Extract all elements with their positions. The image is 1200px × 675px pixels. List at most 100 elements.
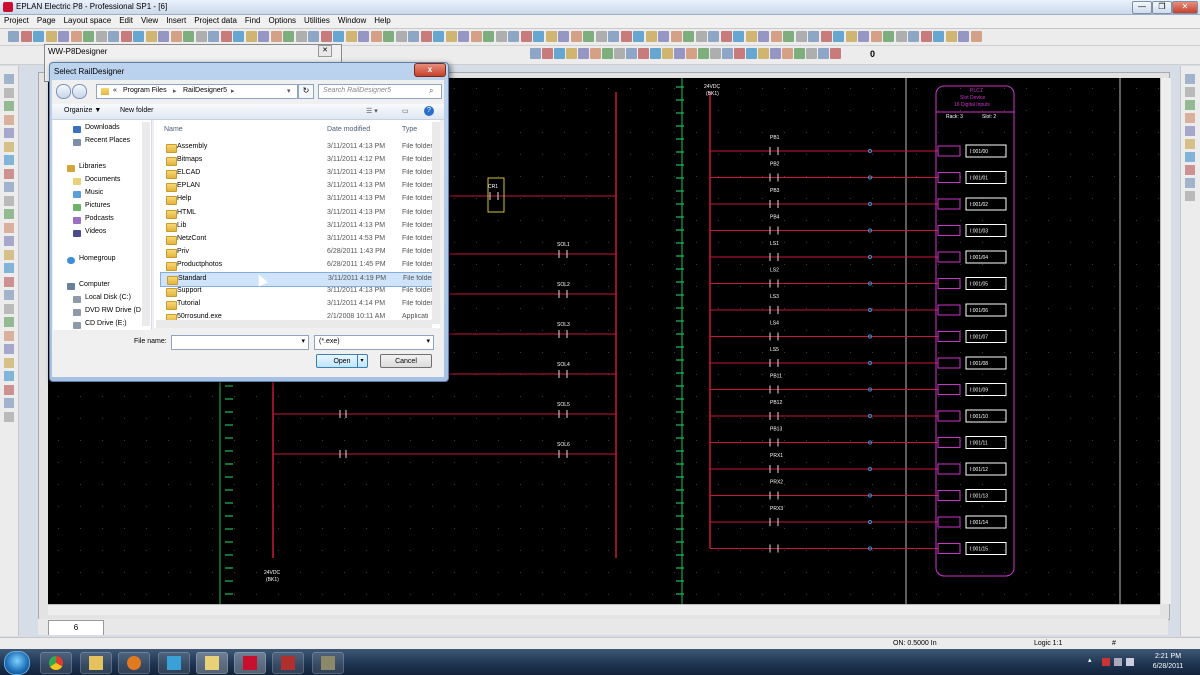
toolbar1-tool-icon[interactable] xyxy=(620,31,632,42)
vertical-scrollbar[interactable] xyxy=(1160,78,1171,604)
toolbar1-tool-icon[interactable] xyxy=(820,31,832,42)
toolbar1-tool-icon[interactable] xyxy=(945,31,957,42)
breadcrumb-program-files[interactable]: Program Files xyxy=(123,87,167,94)
toolbar1-tool-icon[interactable] xyxy=(733,31,744,42)
left-tool-icon[interactable] xyxy=(4,128,14,138)
toolbar1-tool-icon[interactable] xyxy=(745,31,757,42)
toolbar2-tool-icon[interactable] xyxy=(674,48,685,59)
toolbar1-tool-icon[interactable] xyxy=(870,31,882,42)
toolbar2-tool-icon[interactable] xyxy=(602,48,613,59)
toolbar1-tool-icon[interactable] xyxy=(970,31,982,42)
toolbar1-tool-icon[interactable] xyxy=(445,31,457,42)
toolbar2-tool-icon[interactable] xyxy=(686,48,697,59)
left-tool-icon[interactable] xyxy=(4,249,14,260)
menu-options[interactable]: Options xyxy=(264,15,300,25)
toolbar2-tool-icon[interactable] xyxy=(794,48,805,59)
toolbar1-tool-icon[interactable] xyxy=(70,31,82,42)
menu-page[interactable]: Page xyxy=(33,15,60,25)
toolbar1-tool-icon[interactable] xyxy=(95,31,107,42)
breadcrumb-raildesigner5[interactable]: RailDesigner5 xyxy=(183,87,227,94)
nav-homegroup[interactable]: Homegroup xyxy=(79,255,116,262)
file-list-horizontal-scrollbar[interactable] xyxy=(156,320,432,328)
toolbar1-tool-icon[interactable] xyxy=(308,31,319,42)
eplan-app-icon[interactable] xyxy=(3,2,13,12)
toolbar1-tool-icon[interactable] xyxy=(83,31,94,42)
left-tool-icon[interactable] xyxy=(4,222,14,233)
toolbar1-tool-icon[interactable] xyxy=(145,31,157,42)
toolbar1-tool-icon[interactable] xyxy=(320,31,332,42)
nav-music[interactable]: Music xyxy=(85,189,103,196)
left-tool-icon[interactable] xyxy=(4,276,14,287)
toolbar1-tool-icon[interactable] xyxy=(345,31,357,42)
toolbar2-tool-icon[interactable] xyxy=(590,48,601,59)
toolbar1-tool-icon[interactable] xyxy=(58,31,69,42)
toolbar1-tool-icon[interactable] xyxy=(533,31,544,42)
file-row[interactable]: Help 3/11/2011 4:13 PM File folder xyxy=(160,193,432,206)
toolbar2-tool-icon[interactable] xyxy=(830,48,841,59)
file-row[interactable]: Bitmaps 3/11/2011 4:12 PM File folder xyxy=(160,154,432,167)
column-date-modified[interactable]: Date modified xyxy=(327,126,370,133)
back-arrow-icon[interactable] xyxy=(56,84,71,99)
column-name[interactable]: Name xyxy=(164,126,183,133)
toolbar1-tool-icon[interactable] xyxy=(520,31,532,42)
toolbar1-tool-icon[interactable] xyxy=(508,31,519,42)
taskbar-app[interactable] xyxy=(158,652,190,674)
left-tool-icon[interactable] xyxy=(4,209,14,219)
file-row[interactable]: ELCAD 3/11/2011 4:13 PM File folder xyxy=(160,167,432,180)
toolbar1-tool-icon[interactable] xyxy=(558,31,569,42)
left-tool-icon[interactable] xyxy=(4,384,14,395)
open-split-arrow-icon[interactable]: ▾ xyxy=(357,355,366,367)
toolbar1-tool-icon[interactable] xyxy=(333,31,344,42)
taskbar-eplan[interactable] xyxy=(234,652,266,674)
left-tool-icon[interactable] xyxy=(4,236,14,246)
nav-downloads[interactable]: Downloads xyxy=(85,124,120,131)
toolbar1-tool-icon[interactable] xyxy=(220,31,232,42)
address-bar[interactable]: « Program Files ▸ RailDesigner5 ▸ ▾ xyxy=(96,84,298,99)
toolbar1-tool-icon[interactable] xyxy=(158,31,169,42)
toolbar1-tool-icon[interactable] xyxy=(695,31,707,42)
menu-layout-space[interactable]: Layout space xyxy=(60,15,116,25)
right-tool-icon[interactable] xyxy=(1185,165,1195,175)
nav-cd-drive[interactable]: CD Drive (E:) xyxy=(85,320,127,327)
nav-libraries[interactable]: Libraries xyxy=(79,163,106,170)
toolbar-value-box[interactable]: 0 xyxy=(870,49,875,59)
file-row[interactable]: Tutorial 3/11/2011 4:14 PM File folder xyxy=(160,298,432,311)
toolbar1-tool-icon[interactable] xyxy=(383,31,394,42)
left-tool-icon[interactable] xyxy=(4,74,14,84)
menu-utilities[interactable]: Utilities xyxy=(300,15,334,25)
toolbar1-tool-icon[interactable] xyxy=(545,31,557,42)
toolbar1-tool-icon[interactable] xyxy=(358,31,369,42)
toolbar1-tool-icon[interactable] xyxy=(258,31,269,42)
toolbar1-tool-icon[interactable] xyxy=(708,31,719,42)
taskbar-tool[interactable] xyxy=(312,652,344,674)
toolbar1-tool-icon[interactable] xyxy=(958,31,969,42)
toolbar2-tool-icon[interactable] xyxy=(542,48,553,59)
toolbar1-tool-icon[interactable] xyxy=(670,31,682,42)
menu-find[interactable]: Find xyxy=(241,15,265,25)
restore-button[interactable]: ❐ xyxy=(1152,1,1172,14)
left-tool-icon[interactable] xyxy=(4,303,14,314)
toolbar2-tool-icon[interactable] xyxy=(734,48,745,59)
toolbar1-tool-icon[interactable] xyxy=(608,31,619,42)
toolbar1-tool-icon[interactable] xyxy=(108,31,119,42)
toolbar2-tool-icon[interactable] xyxy=(722,48,733,59)
clock[interactable]: 2:21 PM 6/28/2011 xyxy=(1138,652,1198,672)
toolbar1-tool-icon[interactable] xyxy=(195,31,207,42)
toolbar1-tool-icon[interactable] xyxy=(8,31,19,42)
new-folder-button[interactable]: New folder xyxy=(120,107,153,114)
toolbar1-tool-icon[interactable] xyxy=(895,31,907,42)
file-name-input[interactable]: ▾ xyxy=(171,335,309,350)
toolbar1-tool-icon[interactable] xyxy=(45,31,57,42)
toolbar1-tool-icon[interactable] xyxy=(795,31,807,42)
toolbar1-tool-icon[interactable] xyxy=(845,31,857,42)
nav-pictures[interactable]: Pictures xyxy=(85,202,110,209)
toolbar1-tool-icon[interactable] xyxy=(133,31,144,42)
dialog-close-button[interactable]: x xyxy=(414,63,446,77)
toolbar1-tool-icon[interactable] xyxy=(370,31,382,42)
toolbar1-tool-icon[interactable] xyxy=(658,31,669,42)
toolbar2-tool-icon[interactable] xyxy=(650,48,661,59)
nav-local-disk[interactable]: Local Disk (C:) xyxy=(85,294,131,301)
file-row[interactable]: Lib 3/11/2011 4:13 PM File folder xyxy=(160,220,432,233)
menu-edit[interactable]: Edit xyxy=(115,15,137,25)
toolbar1-tool-icon[interactable] xyxy=(583,31,594,42)
